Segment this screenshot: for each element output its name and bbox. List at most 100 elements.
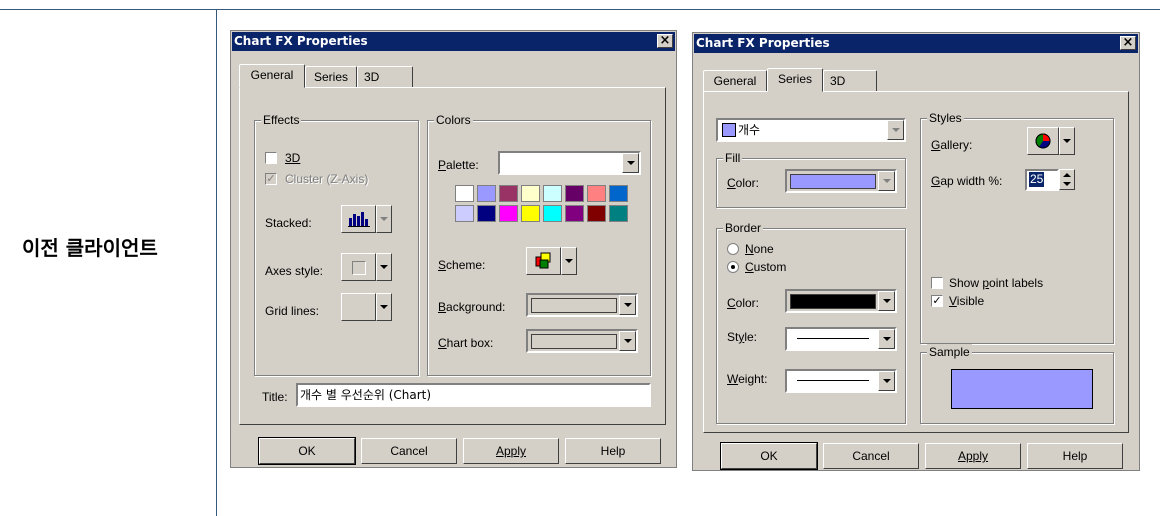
- gap-width-input[interactable]: 25: [1025, 169, 1059, 191]
- chevron-down-icon: [565, 259, 573, 263]
- cluster-label: Cluster (Z-Axis): [285, 172, 369, 186]
- tab-series[interactable]: Series: [305, 66, 357, 88]
- scheme-dropdown-arrow[interactable]: [561, 247, 577, 275]
- colors-group: Colors Palette: Scheme: Background: Char…: [427, 112, 651, 376]
- show-point-labels-label: Show point labels: [949, 276, 1044, 290]
- background-label: Background:: [438, 300, 506, 314]
- close-button[interactable]: ×: [1120, 36, 1136, 50]
- border-style-dropdown[interactable]: [785, 327, 897, 351]
- chevron-down-icon[interactable]: [619, 295, 636, 315]
- color-scheme-icon: [535, 252, 551, 269]
- title-label: Title:: [262, 390, 288, 404]
- gap-width-label: Gap width %:: [931, 174, 1003, 188]
- palette-swatch: [455, 205, 474, 222]
- dialog-titlebar: Chart FX Properties ×: [232, 32, 675, 51]
- tab-3d[interactable]: 3D: [357, 66, 413, 88]
- chevron-down-icon[interactable]: [619, 331, 636, 351]
- palette-swatch: [609, 205, 628, 222]
- palette-dropdown[interactable]: [498, 151, 641, 175]
- chevron-down-icon: [380, 305, 388, 309]
- tab-panel: Effects 3D ✓ Cluster (Z-Axis) Stacked: A…: [239, 87, 666, 425]
- palette-swatch: [565, 205, 584, 222]
- sample-group: Sample: [920, 344, 1114, 424]
- palette-swatch: [499, 205, 518, 222]
- close-button[interactable]: ×: [657, 34, 673, 48]
- chevron-down-icon[interactable]: [878, 329, 895, 349]
- scheme-picker[interactable]: [526, 247, 561, 275]
- chart-properties-dialog-series: Chart FX Properties × General Series 3D …: [692, 32, 1140, 471]
- 3d-checkbox[interactable]: [265, 152, 277, 164]
- dialog-title: Chart FX Properties: [234, 34, 368, 48]
- series-select[interactable]: 개수: [716, 118, 906, 142]
- tab-series[interactable]: Series: [767, 68, 823, 92]
- border-custom-label: Custom: [745, 260, 787, 274]
- gap-width-spinner[interactable]: [1059, 169, 1075, 190]
- gallery-label: Gallery:: [931, 138, 973, 152]
- grid-lines-dropdown-arrow[interactable]: [376, 293, 392, 321]
- sample-group-label: Sample: [927, 344, 972, 360]
- cluster-checkbox[interactable]: ✓: [265, 173, 277, 185]
- tab-general[interactable]: General: [239, 64, 305, 88]
- tab-3d[interactable]: 3D: [823, 70, 877, 92]
- help-button[interactable]: Help: [1027, 443, 1123, 469]
- grid-lines-picker[interactable]: [341, 293, 376, 321]
- palette-swatch: [455, 185, 474, 202]
- column-divider: [216, 9, 217, 516]
- pie-chart-icon: [1035, 133, 1051, 149]
- fill-color-dropdown[interactable]: [785, 169, 897, 193]
- tab-general[interactable]: General: [703, 70, 767, 92]
- axes-style-picker[interactable]: [341, 253, 376, 281]
- chevron-down-icon[interactable]: [878, 291, 895, 311]
- series-select-value: 개수: [738, 123, 761, 137]
- effects-group-label: Effects: [261, 112, 302, 128]
- palette-swatches: [455, 185, 631, 225]
- palette-swatch: [565, 185, 584, 202]
- chart-box-color-value: [531, 334, 617, 349]
- stacked-picker-button[interactable]: [341, 205, 376, 233]
- border-color-dropdown[interactable]: [785, 289, 897, 313]
- chevron-down-icon[interactable]: [878, 371, 895, 391]
- border-custom-radio[interactable]: [727, 261, 739, 273]
- border-color-value: [790, 294, 876, 309]
- palette-swatch: [477, 205, 496, 222]
- help-button[interactable]: Help: [565, 438, 661, 464]
- line-sample: [797, 380, 869, 381]
- stacked-dropdown-arrow[interactable]: [376, 205, 392, 233]
- colors-group-label: Colors: [434, 112, 473, 128]
- palette-swatch: [587, 205, 606, 222]
- background-color-dropdown[interactable]: [526, 293, 638, 317]
- dialog-titlebar: Chart FX Properties ×: [694, 34, 1138, 53]
- apply-button[interactable]: Apply: [463, 438, 559, 464]
- palette-swatch: [543, 185, 562, 202]
- chevron-down-icon[interactable]: [878, 171, 895, 191]
- border-weight-dropdown[interactable]: [785, 369, 897, 393]
- apply-button[interactable]: Apply: [925, 443, 1021, 469]
- gallery-dropdown-arrow[interactable]: [1059, 127, 1075, 155]
- border-none-radio[interactable]: [727, 243, 739, 255]
- chart-box-label: Chart box:: [438, 336, 494, 350]
- tab-panel: 개수 Fill Color: Border None Custom Color:…: [703, 91, 1129, 433]
- line-sample: [797, 338, 869, 339]
- border-group-label: Border: [723, 220, 764, 236]
- chart-properties-dialog-general: Chart FX Properties × General Series 3D …: [230, 30, 677, 468]
- cancel-button[interactable]: Cancel: [823, 443, 919, 469]
- show-point-labels-checkbox[interactable]: [931, 277, 943, 289]
- palette-swatch: [499, 185, 518, 202]
- chevron-down-icon[interactable]: [887, 120, 904, 140]
- gallery-picker[interactable]: [1027, 127, 1059, 155]
- border-style-label: Style:: [727, 330, 758, 344]
- bar-chart-icon: [348, 212, 370, 227]
- palette-swatch: [521, 185, 540, 202]
- title-input[interactable]: 개수 별 우선순위 (Chart): [296, 383, 651, 407]
- stacked-label: Stacked:: [265, 216, 312, 230]
- chart-box-color-dropdown[interactable]: [526, 329, 638, 353]
- dialog-title: Chart FX Properties: [696, 36, 830, 50]
- grid-lines-label: Grid lines:: [265, 304, 320, 318]
- cancel-button[interactable]: Cancel: [361, 438, 457, 464]
- axes-style-dropdown-arrow[interactable]: [376, 253, 392, 281]
- axes-style-label: Axes style:: [265, 264, 324, 278]
- ok-button[interactable]: OK: [258, 437, 356, 465]
- chevron-down-icon[interactable]: [622, 153, 639, 173]
- ok-button[interactable]: OK: [720, 442, 818, 470]
- visible-checkbox[interactable]: ✓: [931, 295, 943, 307]
